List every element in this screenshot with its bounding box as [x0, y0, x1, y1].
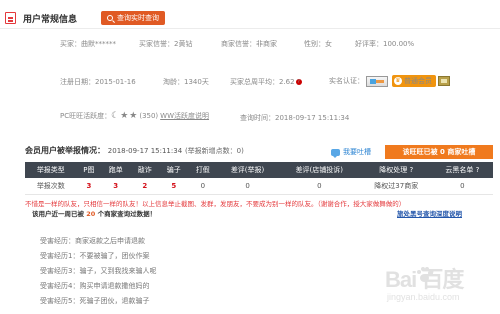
- buyer-field: 买家：曲默******: [60, 39, 116, 49]
- header-cell: 骗子: [159, 162, 189, 178]
- table-row: 举报次数 3 3 2 5 0 0 0 降权过37商家 0: [25, 178, 493, 195]
- table-cell: 0: [217, 178, 278, 195]
- ww-activity-label: PC旺旺活跃度：: [60, 112, 112, 120]
- praise-rate-label: 好评率：: [355, 40, 383, 48]
- page-title: 用户常规信息: [23, 15, 78, 25]
- table-cell: 2: [130, 178, 160, 195]
- realname-label: 实名认证：: [329, 77, 364, 85]
- buyer-credit-label: 买家信誉：: [139, 40, 174, 48]
- praise-rate-value: 100.00%: [383, 40, 415, 48]
- member-badge-label: 普通会员: [404, 77, 432, 85]
- experience-item: 受害经历1：不要被骗了，团伙作案: [40, 252, 150, 260]
- realtime-query-button[interactable]: 查询实时查询: [101, 11, 165, 25]
- moon-icon: ☾: [111, 111, 120, 121]
- header-cell: 敲诈: [130, 162, 160, 178]
- report-title: 会员用户被举报情况：: [25, 146, 105, 155]
- buyer-label: 买家：: [60, 40, 81, 48]
- table-cell: 举报次数: [25, 178, 77, 195]
- table-cell: 0: [188, 178, 218, 195]
- register-date-field: 注册日期：2015-01-16: [60, 77, 136, 87]
- query-time-value: 2018-09-17 15:11:34: [275, 114, 350, 122]
- merchant-credit-value: 非商家: [256, 40, 277, 48]
- header-cell: 举报类型: [25, 162, 77, 178]
- ww-activity-help-link[interactable]: WW活跃度说明: [160, 111, 209, 121]
- buyer-credit-value: 2黄钻: [174, 40, 193, 48]
- member-badge[interactable]: ♛ 普通会员: [392, 75, 436, 87]
- count-number: 20: [86, 210, 96, 218]
- header-cell: 跑单: [101, 162, 131, 178]
- header-cell: P图: [76, 162, 102, 178]
- complain-link[interactable]: 我要吐槽: [331, 147, 371, 158]
- buyer-credit-field: 买家信誉：2黄钻: [139, 39, 192, 49]
- report-table: 举报类型 P图 跑单 敲诈 骗子 打假 差评(举报) 差评(店铺投诉) 降权处理…: [25, 162, 493, 195]
- table-cell: 0: [277, 178, 361, 195]
- header-cell: 云黑名单 ?: [431, 162, 493, 178]
- praise-rate-field: 好评率：100.00%: [355, 39, 414, 49]
- report-heading: 会员用户被举报情况： 2018-09-17 15:11:34 (举报新增点数：0…: [25, 145, 244, 156]
- star-icon: ★: [120, 111, 129, 121]
- merchant-credit-field: 商家信誉：非商家: [221, 39, 277, 49]
- experience-item: 受害经历3：骗子，又到我找来骗人呢: [40, 267, 157, 275]
- merchant-complaint-button[interactable]: 该旺旺已被 0 商家吐槽: [385, 145, 493, 159]
- watermark-url: jingyan.baidu.com: [387, 292, 460, 302]
- buyer-value: 曲默******: [81, 40, 116, 48]
- gender-field: 性别：女: [304, 39, 332, 49]
- ww-activity-field: PC旺旺活跃度： ☾ ★ ★ (350) WW活跃度说明: [60, 111, 209, 121]
- experience-item: 受害经历：商家返款之后申请退款: [40, 237, 145, 245]
- verified-id-icon: [366, 75, 388, 87]
- table-cell: 5: [159, 178, 189, 195]
- search-icon: [107, 15, 113, 21]
- header-cell: 降权处理 ?: [360, 162, 432, 178]
- realname-field: 实名认证： ♛ 普通会员: [329, 75, 450, 87]
- weekly-query-count: 该用户近一周已被 20 个商家查询过数据！: [32, 208, 156, 218]
- ad-image-icon: [438, 76, 450, 86]
- table-cell: 降权过37商家: [360, 178, 432, 195]
- merchant-credit-label: 商家信誉：: [221, 40, 256, 48]
- deep-query-link[interactable]: 旅处黑号查询深度说明: [397, 208, 462, 218]
- report-table-header: 举报类型 P图 跑单 敲诈 骗子 打假 差评(举报) 差评(店铺投诉) 降权处理…: [25, 162, 493, 178]
- page-header: 用户常规信息 查询实时查询: [0, 0, 500, 30]
- buyer-weekly-field: 买家总周平均：2.62?: [230, 77, 302, 87]
- header-divider: [0, 28, 500, 29]
- taobao-age-label: 淘龄：: [163, 78, 184, 86]
- count-prefix: 该用户近一周已被: [32, 210, 84, 218]
- crown-icon: ♛: [394, 77, 402, 85]
- count-suffix: 个商家查询过数据！: [97, 210, 157, 218]
- header-cell: 差评(举报): [217, 162, 278, 178]
- paw-icon: [417, 267, 432, 282]
- baidu-watermark: Bai 百度 jingyan.baidu.com: [385, 262, 497, 312]
- report-note: (举报新增点数：0): [184, 147, 244, 155]
- table-cell: 3: [101, 178, 131, 195]
- chat-icon: [331, 148, 340, 158]
- document-icon: [5, 12, 16, 24]
- warning-text: 不惜是一样的队友，只相信一样的队友！以上信息举止截图、发群，发朋友，不要成为别一…: [25, 200, 406, 208]
- ww-activity-count: (350): [139, 112, 159, 120]
- header-cell: 打假: [188, 162, 218, 178]
- report-timestamp: 2018-09-17 15:11:34: [107, 147, 183, 155]
- realtime-query-label: 查询实时查询: [117, 14, 159, 22]
- header-cell: 差评(店铺投诉): [277, 162, 361, 178]
- table-cell: 0: [431, 178, 493, 195]
- complain-label: 我要吐槽: [343, 148, 371, 156]
- register-date-label: 注册日期：: [60, 78, 95, 86]
- buyer-weekly-label: 买家总周平均：: [230, 78, 279, 86]
- register-date-value: 2015-01-16: [95, 78, 136, 86]
- help-icon[interactable]: ?: [295, 79, 302, 85]
- taobao-age-field: 淘龄：1340天: [163, 77, 209, 87]
- gender-value: 女: [325, 40, 332, 48]
- table-cell: 3: [76, 178, 102, 195]
- buyer-weekly-value: 2.62: [279, 78, 295, 86]
- star-icon: ★: [129, 111, 138, 121]
- experience-item: 受害经历5：死骗子团伙，退款骗子: [40, 297, 150, 305]
- query-time-label: 查询时间：: [240, 114, 275, 122]
- gender-label: 性别：: [304, 40, 325, 48]
- taobao-age-value: 1340天: [184, 78, 209, 86]
- query-time-field: 查询时间：2018-09-17 15:11:34: [240, 113, 349, 123]
- experience-item: 受害经历4：购买申请退款撒他妈的: [40, 282, 150, 290]
